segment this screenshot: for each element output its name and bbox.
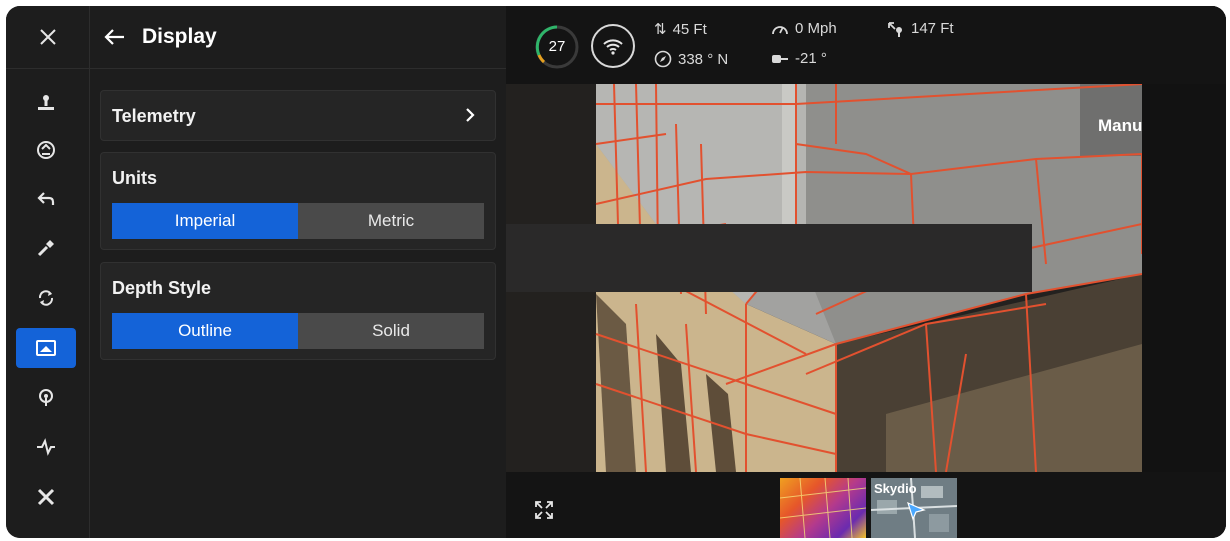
telemetry-bar: 27 ⇅ 45 Ft 338 ° N 0 Mph -21 ° 147 Ft	[506, 6, 1226, 84]
heading-value: 338 ° N	[678, 50, 729, 68]
return-icon	[37, 192, 55, 205]
activity-icon	[37, 438, 55, 456]
camera-mode-label[interactable]: Manual	[1098, 116, 1142, 136]
altitude-readout: ⇅ 45 Ft	[654, 20, 707, 39]
settings-panel: Display Telemetry Units Imperial Metric …	[90, 6, 506, 538]
gimbal-icon	[772, 54, 788, 63]
units-card: Units Imperial Metric	[100, 152, 496, 250]
depth-option-solid[interactable]: Solid	[298, 313, 484, 349]
telemetry-row[interactable]: Telemetry	[100, 90, 496, 141]
page-title: Display	[142, 25, 217, 48]
depth-option-outline[interactable]: Outline	[112, 313, 298, 349]
distance-value: 147 Ft	[911, 20, 954, 37]
drone-cursor-icon	[907, 501, 926, 521]
speed-readout: 0 Mph	[771, 20, 837, 37]
depth-style-segmented-control: Outline Solid	[112, 313, 484, 349]
flight-view: 27 ⇅ 45 Ft 338 ° N 0 Mph -21 ° 147 Ft Ma…	[506, 6, 1226, 538]
close-button[interactable]	[6, 6, 89, 69]
panel-header: Display	[90, 6, 506, 69]
tools-icon	[37, 488, 55, 506]
speedometer-icon	[772, 25, 788, 34]
takeoff-button[interactable]	[16, 83, 76, 123]
camera-feed: Manual	[506, 84, 1142, 472]
thermal-grid-icon	[780, 478, 866, 538]
distance-icon	[888, 21, 902, 37]
flashlight-button[interactable]	[16, 228, 76, 268]
altitude-value: 45 Ft	[672, 20, 707, 38]
distance-readout: 147 Ft	[887, 20, 954, 37]
launch-icon	[37, 141, 55, 159]
icon-rail	[6, 6, 90, 538]
thermal-thumbnail[interactable]	[780, 478, 866, 538]
chevron-right-icon	[466, 108, 475, 122]
close-icon	[39, 29, 56, 45]
expand-icon	[535, 501, 553, 519]
compass-icon	[654, 50, 672, 68]
flashlight-icon	[37, 240, 54, 257]
units-title: Units	[112, 168, 157, 188]
battery-value: 27	[548, 38, 566, 55]
battery-indicator: 27	[534, 24, 580, 70]
display-icon	[36, 340, 56, 356]
speed-value: 0 Mph	[795, 20, 837, 37]
redaction-bar	[506, 224, 1032, 292]
back-button[interactable]	[98, 21, 130, 53]
rotate-button[interactable]	[16, 278, 76, 318]
minimap-brand-label: Skydio	[874, 481, 917, 496]
minimap-thumbnail[interactable]: Skydio	[871, 478, 957, 538]
units-segmented-control: Imperial Metric	[112, 203, 484, 239]
rotate-icon	[38, 290, 54, 306]
wifi-icon	[603, 39, 623, 55]
units-option-metric[interactable]: Metric	[298, 203, 484, 239]
back-arrow-icon	[104, 29, 124, 45]
units-option-imperial[interactable]: Imperial	[112, 203, 298, 239]
altitude-arrows-icon: ⇅	[654, 21, 667, 38]
signal-button[interactable]	[16, 378, 76, 418]
heading-readout: 338 ° N	[654, 50, 728, 68]
pitch-readout: -21 °	[771, 50, 827, 67]
return-button[interactable]	[16, 179, 76, 219]
takeoff-icon	[38, 95, 54, 110]
app-frame: Display Telemetry Units Imperial Metric …	[6, 6, 1226, 538]
activity-button[interactable]	[16, 427, 76, 467]
depth-style-card: Depth Style Outline Solid	[100, 262, 496, 360]
display-button[interactable]	[16, 328, 76, 368]
bottom-bar: Skydio	[506, 472, 1226, 538]
telemetry-label: Telemetry	[112, 106, 196, 126]
signal-icon	[39, 389, 53, 406]
depth-style-title: Depth Style	[112, 278, 212, 298]
tools-button[interactable]	[16, 477, 76, 517]
pitch-value: -21 °	[795, 50, 827, 67]
launch-button[interactable]	[16, 130, 76, 170]
fullscreen-button[interactable]	[532, 498, 556, 522]
wifi-button[interactable]	[591, 24, 635, 68]
